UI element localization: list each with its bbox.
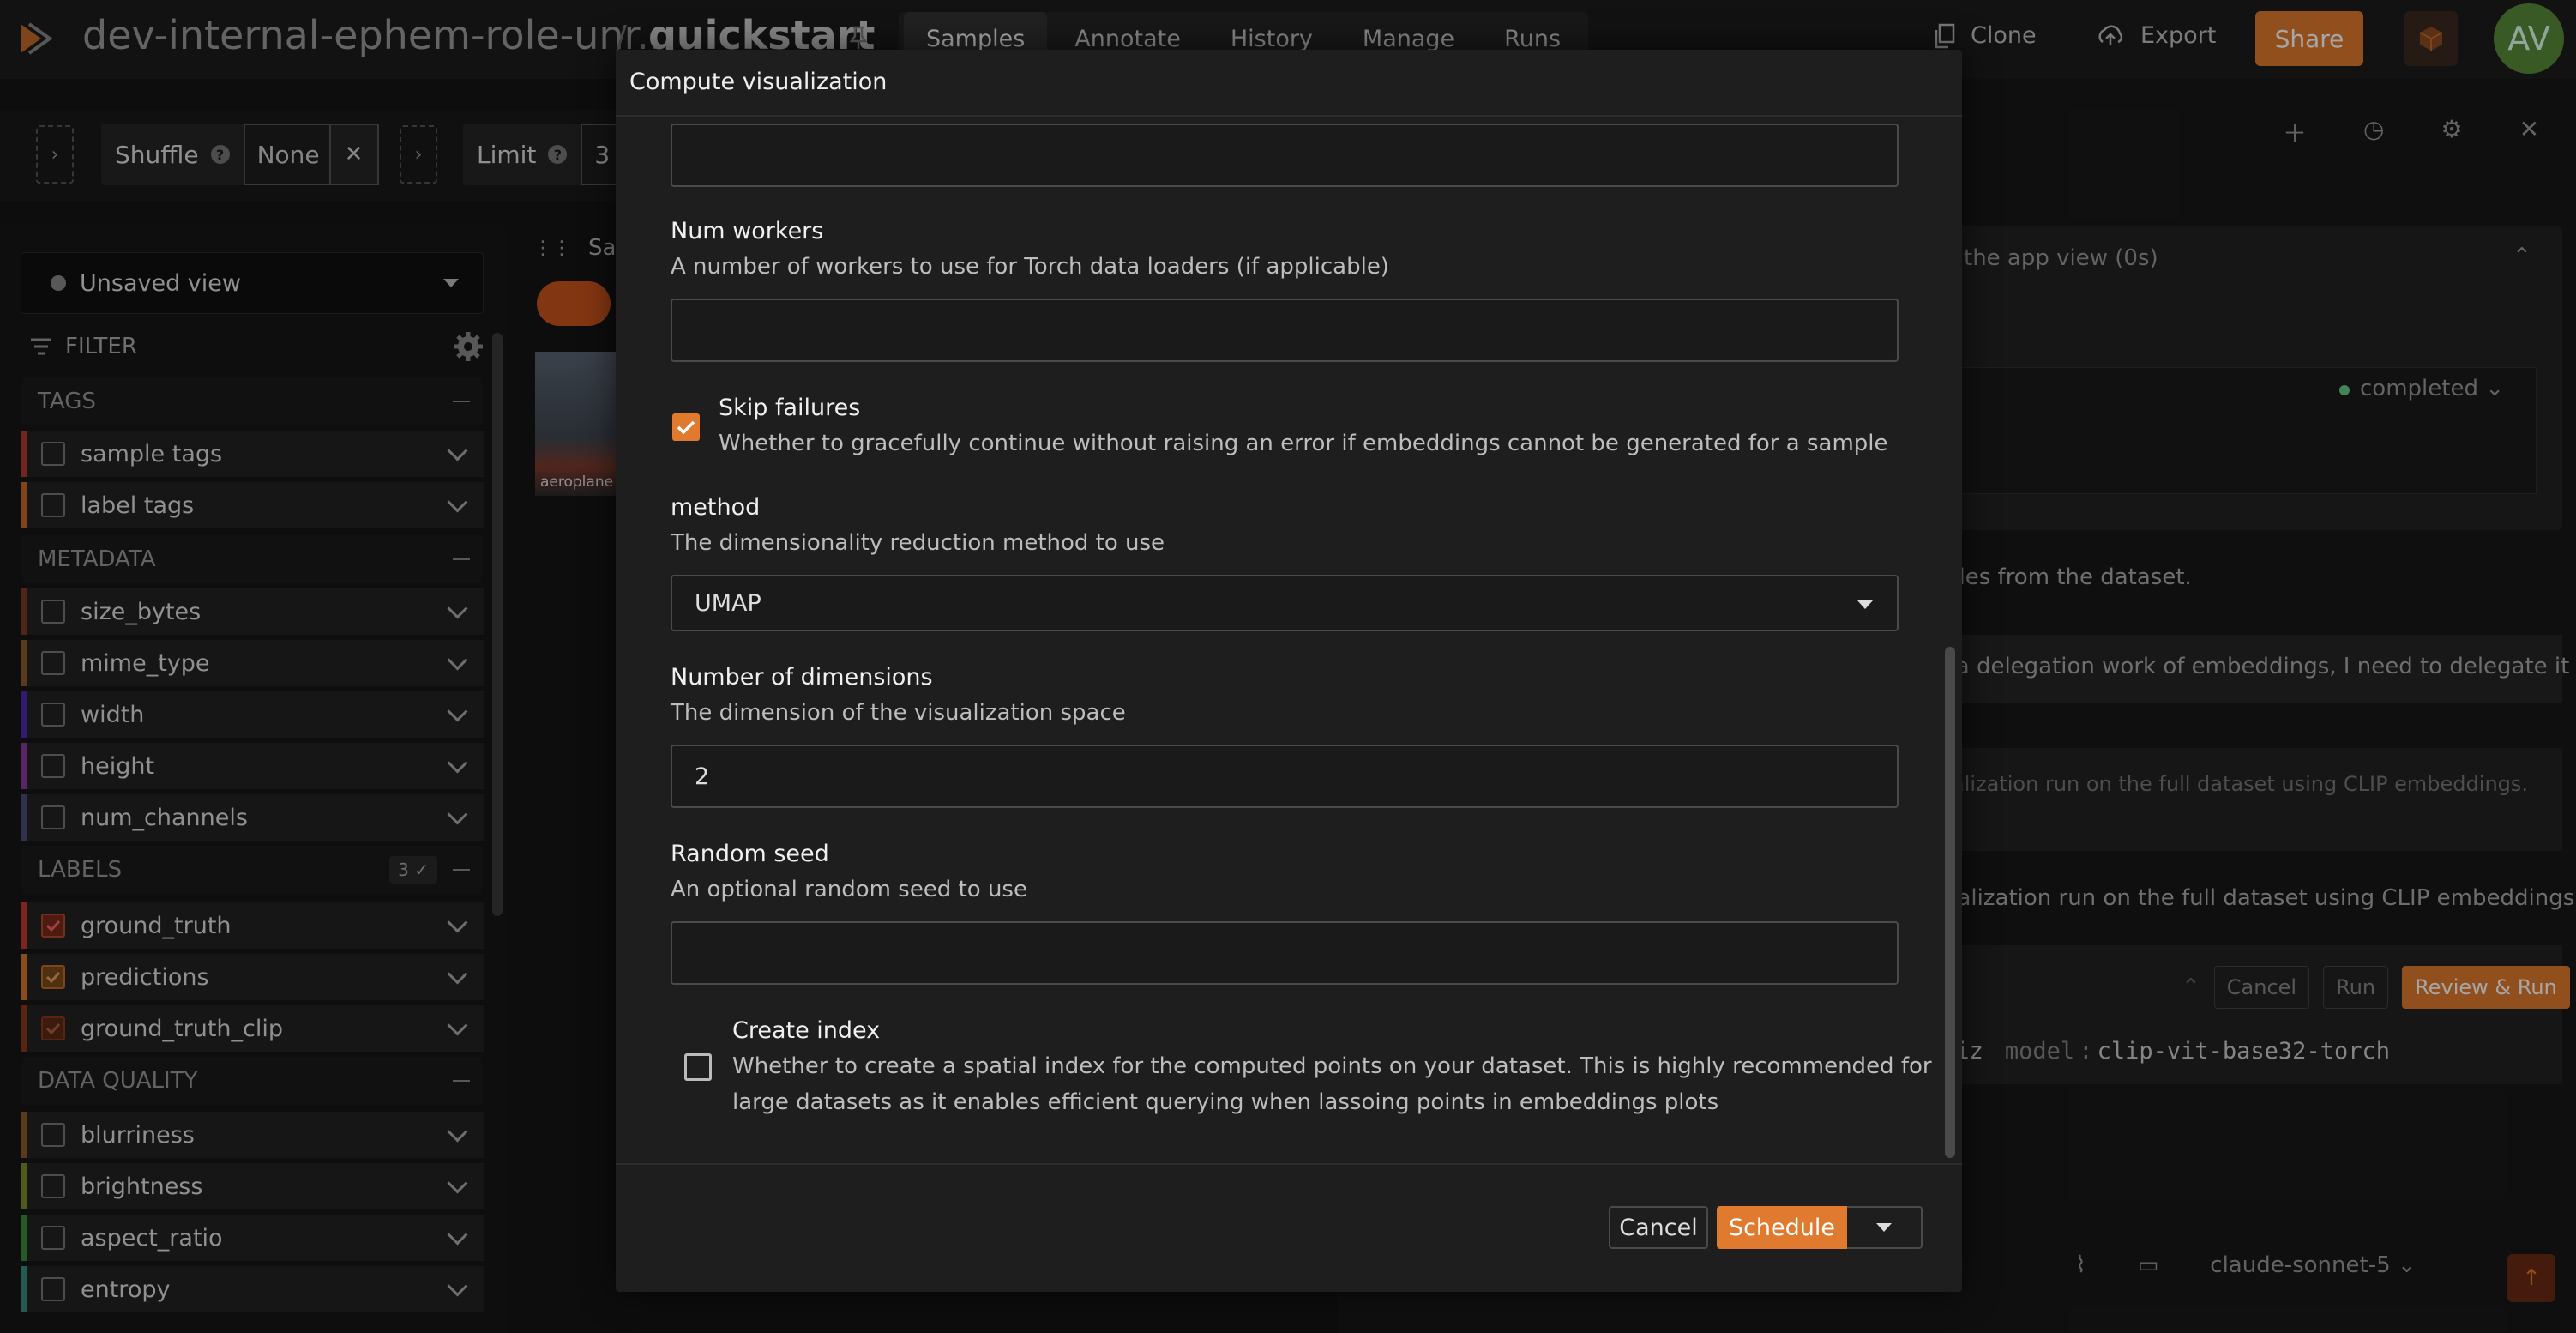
create-index-checkbox[interactable]: [684, 1053, 712, 1081]
cancel-button[interactable]: Cancel: [1609, 1206, 1708, 1249]
random-seed-label: Random seed: [671, 841, 829, 867]
num-dimensions-label: Number of dimensions: [671, 664, 933, 691]
check-icon: [677, 420, 695, 435]
num-workers-label: Num workers: [671, 218, 824, 244]
previous-field-input[interactable]: [671, 124, 1899, 187]
skip-failures-checkbox[interactable]: [672, 413, 700, 441]
schedule-options-button[interactable]: [1847, 1206, 1923, 1249]
divider: [616, 115, 1962, 117]
create-index-description: Whether to create a spatial index for th…: [732, 1053, 1932, 1079]
compute-visualization-modal: Compute visualization Num workers A numb…: [616, 50, 1962, 1292]
skip-failures-description: Whether to gracefully continue without r…: [719, 431, 1888, 456]
schedule-button[interactable]: Schedule: [1717, 1206, 1847, 1249]
create-index-label: Create index: [732, 1017, 881, 1044]
modal-title: Compute visualization: [629, 69, 888, 95]
method-select[interactable]: UMAP: [671, 575, 1899, 631]
chevron-down-icon: [1857, 600, 1873, 609]
create-index-description: large datasets as it enables efficient q…: [732, 1089, 1719, 1115]
modal-scrollbar[interactable]: [1945, 647, 1955, 1158]
divider: [616, 1163, 1962, 1165]
skip-failures-label: Skip failures: [719, 395, 861, 421]
method-label: method: [671, 494, 761, 521]
num-dimensions-input[interactable]: 2: [671, 745, 1899, 808]
chevron-down-icon: [1876, 1223, 1892, 1232]
method-select-value: UMAP: [695, 589, 761, 617]
method-description: The dimensionality reduction method to u…: [671, 530, 1165, 556]
num-dimensions-description: The dimension of the visualization space: [671, 700, 1126, 726]
num-workers-description: A number of workers to use for Torch dat…: [671, 254, 1389, 280]
num-workers-input[interactable]: [671, 299, 1899, 362]
random-seed-input[interactable]: [671, 921, 1899, 985]
random-seed-description: An optional random seed to use: [671, 877, 1027, 902]
